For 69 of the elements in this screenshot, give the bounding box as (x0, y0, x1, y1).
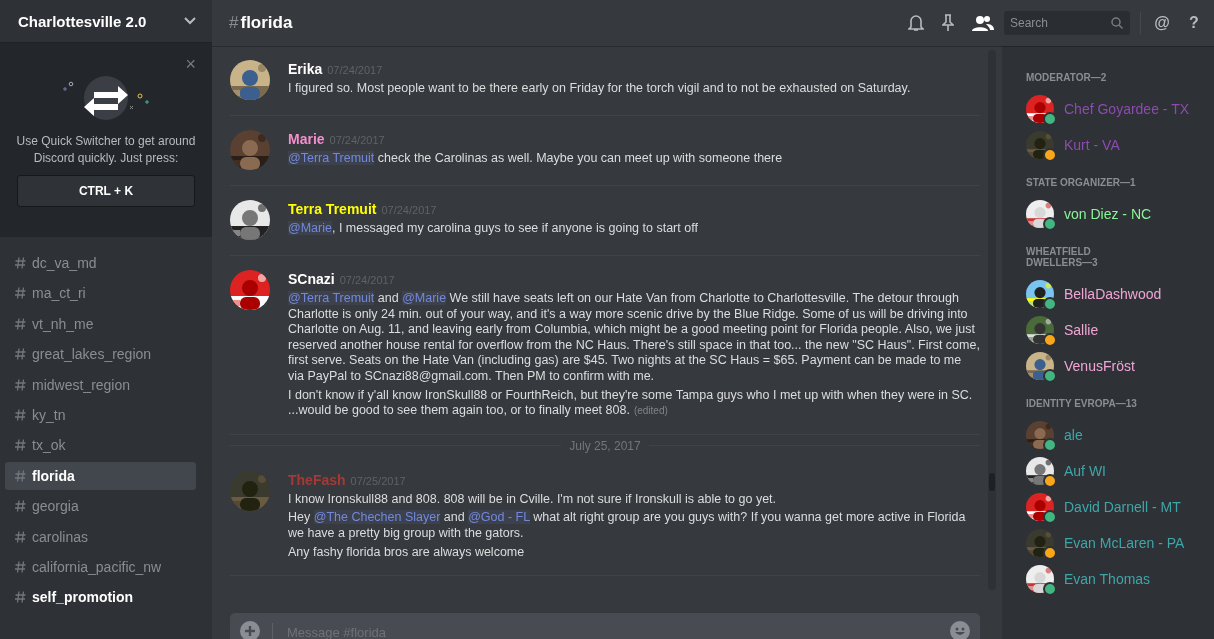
username[interactable]: SCnazi (288, 271, 335, 287)
channel-item[interactable]: midwest_region (5, 370, 196, 399)
emoji-icon[interactable] (950, 621, 970, 639)
role-heading: STATE ORGANIZER—1 (1026, 177, 1137, 188)
username[interactable]: Marie (288, 131, 325, 147)
member-name[interactable]: Chef Goyardee - TX (1064, 101, 1190, 117)
member-name[interactable]: Evan Thomas (1064, 571, 1151, 587)
channel-item[interactable]: vt_nh_me (5, 309, 196, 338)
member-name[interactable]: Kurt - VA (1064, 137, 1120, 153)
hashtag-icon (15, 530, 26, 543)
message-text: I don't know if y'all know IronSkull88 or FourthReich, but they're some Tampa guys who I met up with when they were in SC. ...would be good to see them again too, or to finally meet 808. (edited) (288, 387, 974, 419)
hashtag-icon (15, 257, 26, 269)
search-icon[interactable] (1111, 17, 1123, 29)
shortcut-button[interactable]: CTRL + K (17, 175, 195, 207)
plus-icon[interactable] (240, 621, 260, 639)
channel-item[interactable]: dc_va_md (5, 249, 196, 277)
message-text: Hey @The Chechen Slayer and @God - FL what alt right group are you guys with? If you wanna get more active in Florida we have a pretty big group with the gators. (288, 510, 967, 542)
channel-item[interactable]: florida (5, 461, 196, 490)
hashtag-icon (15, 560, 26, 573)
channel-item[interactable]: ma_ct_ri (5, 279, 196, 308)
message-text: Any fashy florida bros are always welcome (288, 544, 526, 561)
message-text: @Terra Tremuit and @Marie We still have seats left on our Hate Van from Charlotte to Charlottesville. The detour through Charlotte is only 24 min. out of your way, and it's a way more scenic drive by the Blue Ridge. Some of us will be driving into Charlotte on Aug. 11, and leaving early from Columbia, which might be a good meeting point for Florida people. Also, we just reserved another house rental for overflow from the NC Haus. There's still space in that too... the new "SC Haus". First come, first serve. Seats on the Hate Van (including gas) are $45. Two nights at the SC Haus = $65. Payment can be made to me via PayPal to SCnazi88@gmail.com. Then PM to confirm with me. (288, 291, 980, 385)
channel-item[interactable]: tx_ok (5, 431, 196, 460)
role-heading: IDENTITY EVROPA—13 (1026, 398, 1138, 409)
hashtag-icon (15, 469, 26, 482)
scrollbar-thumb[interactable] (989, 473, 995, 491)
close-icon[interactable]: × (185, 55, 196, 73)
member-name[interactable]: Evan McLaren - PA (1064, 535, 1185, 551)
member-name[interactable]: BellaDashwood (1064, 286, 1162, 302)
channel-item[interactable]: self_promotion (5, 583, 196, 612)
switch-arrows-icon (60, 73, 152, 123)
channel-item[interactable]: great_lakes_region (5, 340, 196, 369)
role-heading: WHEATFIELD DWELLERS—3 (1026, 246, 1099, 268)
role-heading: MODERATOR—2 (1026, 72, 1108, 83)
hashtag-icon (15, 287, 26, 300)
search-field[interactable]: Search (1004, 11, 1130, 35)
channel-item[interactable]: georgia (5, 492, 196, 521)
quick-switcher-hint: Use Quick Switcher to get around Discord quickly. Just press: (15, 133, 197, 167)
member-name[interactable]: Sallie (1064, 322, 1099, 338)
channel-title: #florida (229, 13, 293, 33)
hashtag-icon (15, 378, 26, 391)
member-name[interactable]: David Darnell - MT (1064, 499, 1181, 515)
server-name[interactable]: Charlottesville 2.0 (18, 12, 147, 30)
date-divider: July 25, 2017 (230, 438, 980, 453)
hashtag-icon (15, 317, 26, 330)
chevron-down-icon[interactable] (184, 17, 196, 25)
message-text: @Terra Tremuit check the Carolinas as well. Maybe you can meet up with someone there (288, 151, 784, 167)
member-name[interactable]: Auf WI (1064, 463, 1106, 479)
hashtag-icon (15, 348, 26, 361)
username[interactable]: Erika (288, 61, 323, 77)
mention-icon[interactable]: @ (1151, 14, 1173, 32)
message-text: I know Ironskull88 and 808. 808 will be in Cville. I'm not sure if Ironskull is able to go yet. (288, 491, 778, 508)
message-text: @Marie, I messaged my carolina guys to see if anyone is going to start off (288, 221, 699, 237)
help-icon[interactable]: ? (1183, 14, 1205, 32)
member-name[interactable]: VenusFröst (1064, 358, 1135, 374)
member-name[interactable]: ale (1064, 427, 1083, 443)
channel-item[interactable]: california_pacific_nw (5, 552, 196, 581)
member-name[interactable]: von Diez - NC (1064, 206, 1152, 222)
members-icon[interactable] (972, 15, 994, 31)
username[interactable]: Terra Tremuit (288, 201, 377, 217)
hashtag-icon (15, 408, 26, 421)
hashtag-icon (15, 591, 26, 604)
hashtag-icon (15, 439, 26, 452)
pin-icon[interactable] (942, 14, 954, 32)
bell-icon[interactable] (908, 14, 924, 32)
channel-item[interactable]: ky_tn (5, 400, 196, 429)
channel-item[interactable]: carolinas (5, 522, 196, 551)
hashtag-icon (15, 500, 26, 513)
message-text: I figured so. Most people want to be there early on Friday for the torch vigil and to not be exhausted on Saturday. (288, 81, 912, 97)
